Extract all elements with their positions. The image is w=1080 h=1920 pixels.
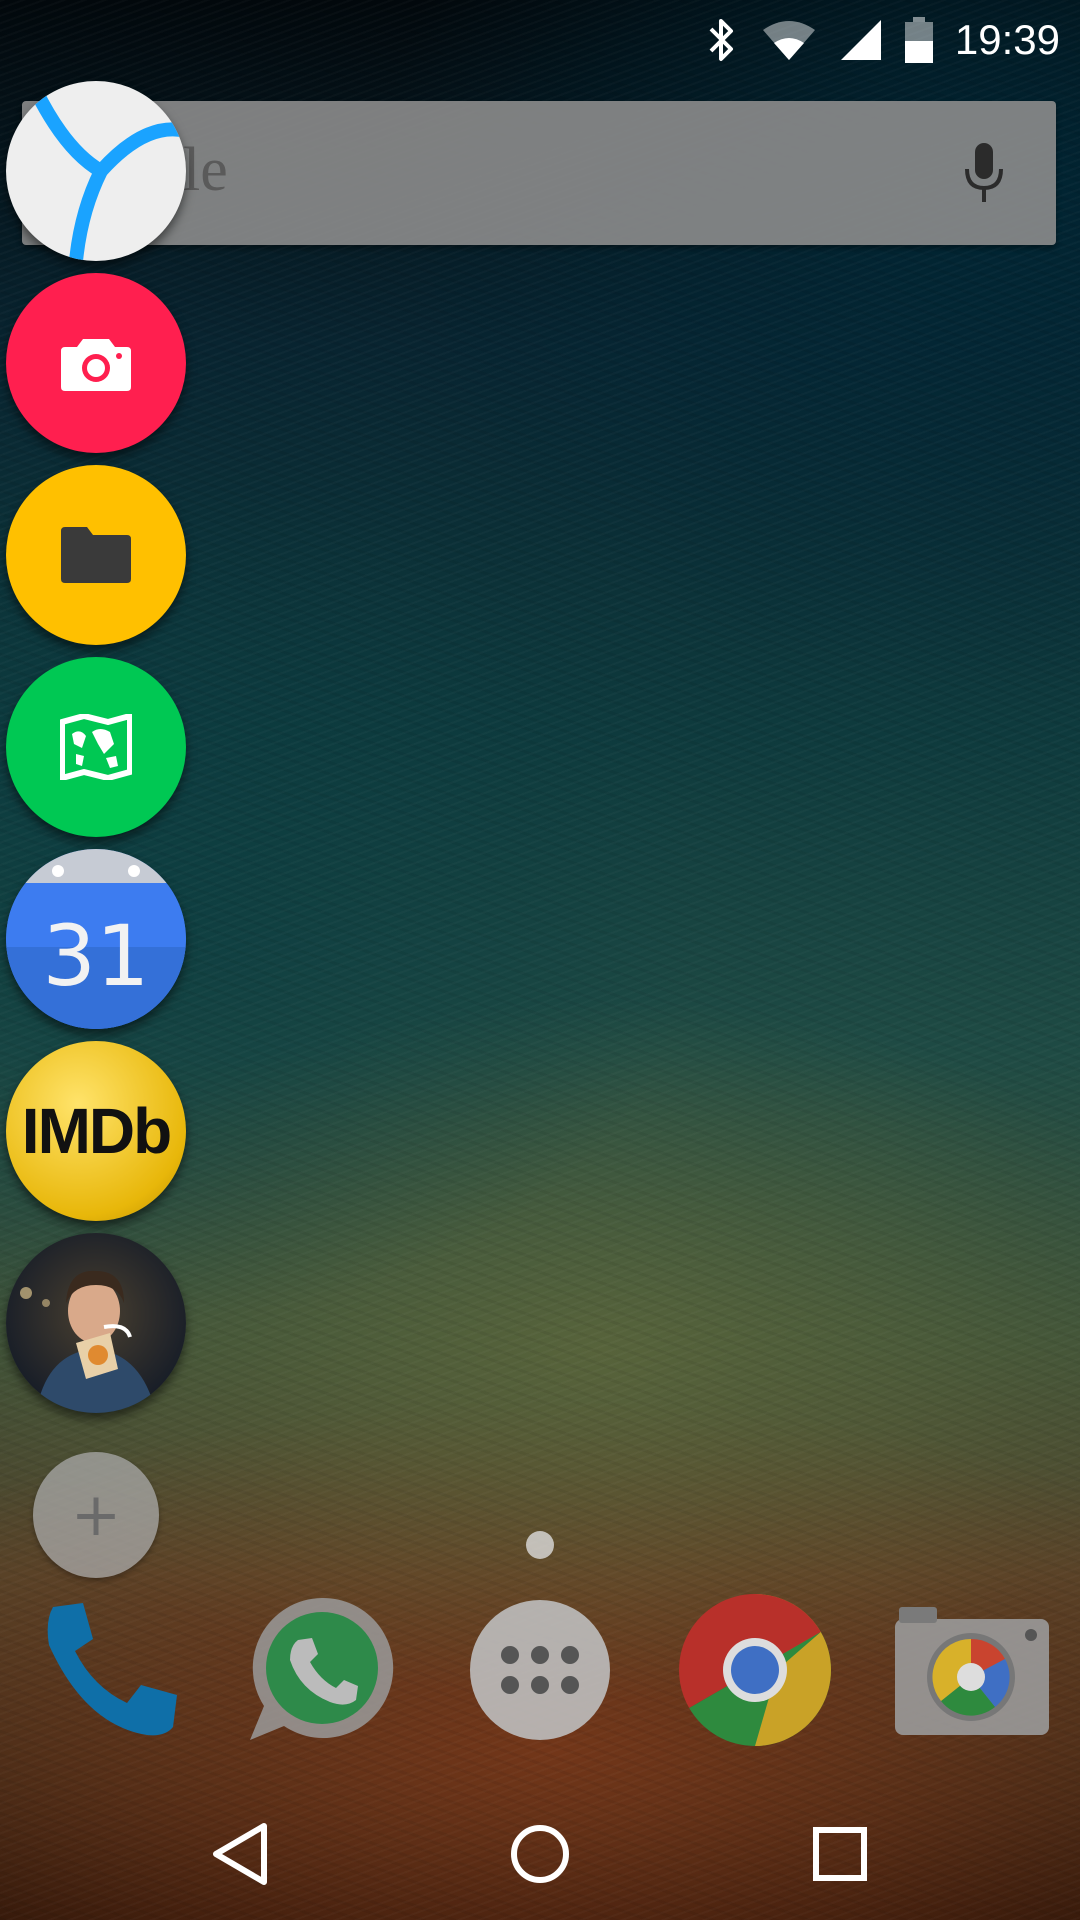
contact-photo-icon <box>20 1270 156 1413</box>
calendar-bubble[interactable]: 31 <box>6 849 186 1029</box>
chrome-icon <box>679 1594 831 1746</box>
dock-app-drawer[interactable] <box>460 1590 620 1750</box>
page-indicator <box>526 1531 554 1559</box>
imdb-bubble[interactable]: IMDb <box>6 1041 186 1221</box>
cell-signal-icon <box>840 20 881 60</box>
app-drawer-icon <box>470 1600 610 1740</box>
home-screen: 19:39 gle 31 IMDb + <box>0 0 1080 1920</box>
battery-icon <box>904 17 933 63</box>
status-time: 19:39 <box>954 16 1060 63</box>
camera-icon <box>61 339 131 391</box>
yandex-browser-bubble[interactable] <box>6 81 186 261</box>
dock-phone[interactable] <box>30 1590 190 1750</box>
dock-whatsapp[interactable] <box>242 1590 402 1750</box>
files-bubble[interactable] <box>6 465 186 645</box>
map-icon <box>60 714 132 780</box>
status-bar: 19:39 <box>0 0 1080 80</box>
dock-chrome[interactable] <box>675 1590 835 1750</box>
recents-icon[interactable] <box>804 1818 876 1890</box>
contact-bubble[interactable] <box>6 1233 186 1413</box>
dock-camera[interactable] <box>892 1590 1052 1750</box>
yandex-browser-icon <box>29 87 186 261</box>
home-icon[interactable] <box>504 1818 576 1890</box>
back-icon[interactable] <box>204 1818 276 1890</box>
calendar-date-label: 31 <box>42 907 150 1005</box>
maps-bubble[interactable] <box>6 657 186 837</box>
status-icons: 19:39 <box>705 10 1060 70</box>
phone-icon <box>47 1603 177 1736</box>
navigation-bar <box>0 1788 1080 1920</box>
whatsapp-icon <box>250 1597 394 1740</box>
camera-app-icon <box>895 1607 1049 1735</box>
camera-bubble[interactable] <box>6 273 186 453</box>
wifi-icon <box>762 21 815 60</box>
add-bubble-button[interactable]: + <box>33 1452 159 1578</box>
imdb-icon: IMDb <box>21 1095 172 1167</box>
mic-icon[interactable] <box>962 141 1006 205</box>
folder-icon <box>61 527 131 583</box>
bluetooth-icon <box>709 19 733 61</box>
